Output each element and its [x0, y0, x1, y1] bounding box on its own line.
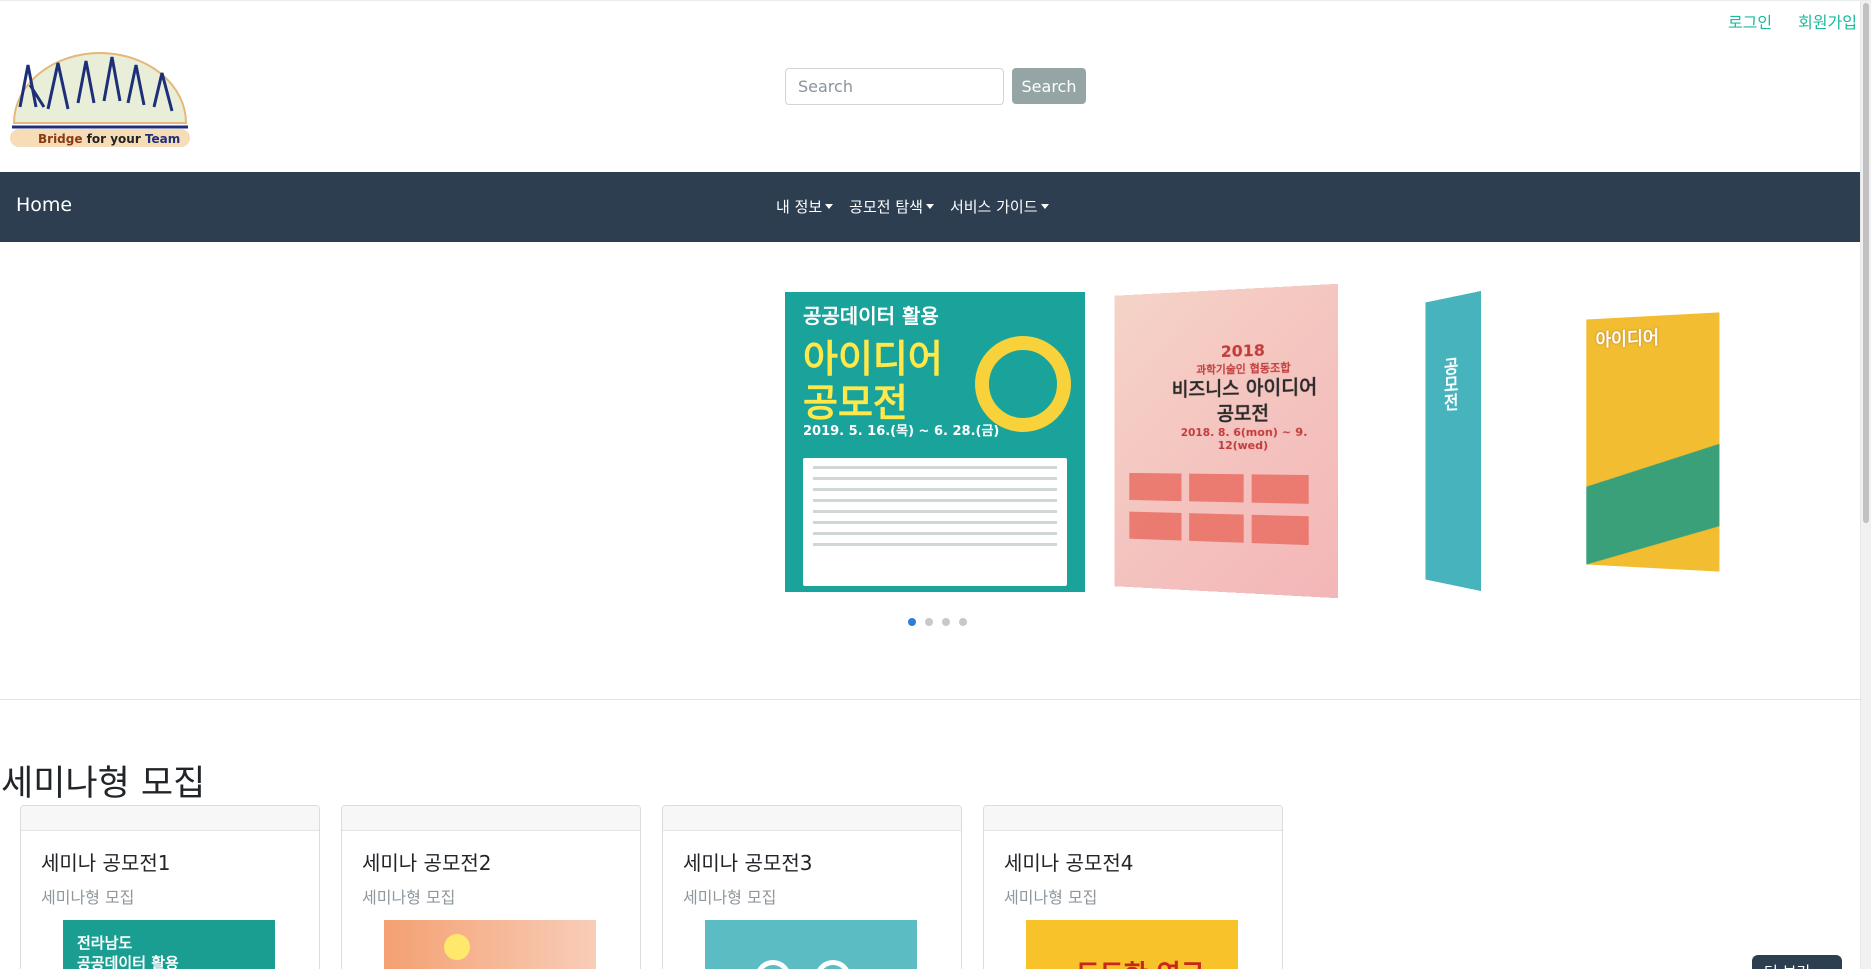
slide-title: 비즈니스 아이디어 [1171, 375, 1318, 401]
carousel-slide-1[interactable]: 공공데이터 활용 아이디어 공모전 2019. 5. 16.(목) ~ 6. 2… [785, 292, 1085, 592]
login-link[interactable]: 로그인 [1728, 9, 1772, 33]
card-title: 세미나 공모전2 [362, 851, 492, 875]
carousel-slide-3[interactable]: 공모전 [1425, 291, 1481, 591]
nav-item-label: 서비스 가이드 [949, 198, 1038, 216]
card-subtitle: 세미나형 모집 [362, 888, 456, 907]
svg-text:Bridge for your Team: Bridge for your Team [38, 132, 180, 146]
carousel-dot-1[interactable] [908, 618, 916, 626]
page-scrollbar[interactable] [1860, 1, 1871, 969]
card-header [21, 806, 319, 831]
poster-carousel: 공공데이터 활용 아이디어 공모전 2019. 5. 16.(목) ~ 6. 2… [0, 242, 1871, 700]
card-image[interactable] [384, 920, 596, 969]
contest-card[interactable]: 세미나 공모전2 세미나형 모집 [341, 805, 641, 969]
card-header [663, 806, 961, 831]
nav-service-guide-dropdown[interactable]: 서비스 가이드 [950, 196, 1049, 217]
auth-links: 로그인 회원가입 [1728, 9, 1857, 33]
card-subtitle: 세미나형 모집 [683, 888, 777, 907]
nav-menu: 내 정보 공모전 탐색 서비스 가이드 [776, 196, 1049, 217]
home-link[interactable]: Home [16, 194, 72, 216]
card-body: 세미나 공모전1 세미나형 모집 전라남도 공공데이터 활용 [21, 831, 319, 969]
seminar-card-list: 세미나 공모전1 세미나형 모집 전라남도 공공데이터 활용 세미나 공모전2 … [20, 805, 1283, 969]
poster-detail-sheet [803, 458, 1067, 586]
carousel-slide-4[interactable]: 아이디어 [1586, 312, 1720, 572]
card-header [342, 806, 640, 831]
more-button[interactable]: 더 보기 [1752, 955, 1842, 969]
carousel-dot-2[interactable] [925, 618, 933, 626]
card-title: 세미나 공모전3 [683, 851, 813, 875]
card-body: 세미나 공모전4 세미나형 모집 도도한 연구 [984, 831, 1282, 969]
nav-item-label: 내 정보 [776, 198, 823, 216]
card-image[interactable]: 도도한 연구 [1026, 920, 1238, 969]
search-form: Search [785, 68, 1086, 105]
navbar: Home 내 정보 공모전 탐색 서비스 가이드 [0, 172, 1871, 242]
scrollbar-thumb[interactable] [1863, 3, 1869, 523]
card-body: 세미나 공모전2 세미나형 모집 [342, 831, 640, 969]
card-image-text: 도도한 연구 [1076, 954, 1205, 969]
poster-band [1586, 443, 1720, 565]
teammaker-logo: Bridge for your Team [10, 52, 190, 147]
card-image[interactable]: 전라남도 공공데이터 활용 [63, 920, 275, 969]
card-header [984, 806, 1282, 831]
chart-graphic [975, 336, 1071, 432]
section-title: 세미나형 모집 [1, 764, 206, 804]
slide-title: 공모전 [1440, 356, 1459, 412]
card-subtitle: 세미나형 모집 [1004, 888, 1098, 907]
caret-down-icon [825, 204, 834, 209]
slide-text: 2018 과학기술인 협동조합 비즈니스 아이디어 공모전 2018. 8. 6… [1161, 338, 1330, 453]
card-title: 세미나 공모전4 [1004, 851, 1134, 875]
card-subtitle: 세미나형 모집 [41, 888, 135, 907]
search-input[interactable] [785, 68, 1004, 105]
lightbulb-graphic [444, 934, 470, 960]
caret-down-icon [1040, 204, 1049, 209]
contest-card[interactable]: 세미나 공모전1 세미나형 모집 전라남도 공공데이터 활용 [20, 805, 320, 969]
nav-my-info-dropdown[interactable]: 내 정보 [776, 196, 834, 217]
card-image[interactable] [705, 920, 917, 969]
carousel-indicators [908, 618, 967, 626]
caret-down-icon [925, 204, 934, 209]
card-title: 세미나 공모전1 [41, 851, 171, 875]
logo[interactable]: Bridge for your Team [8, 45, 192, 151]
film-reel-icon [815, 960, 851, 969]
carousel-dot-3[interactable] [942, 618, 950, 626]
slide-date: 2019. 5. 16.(목) ~ 6. 28.(금) [803, 424, 1000, 439]
slide-title: 아이디어 [1595, 327, 1660, 352]
signup-link[interactable]: 회원가입 [1798, 9, 1857, 33]
contest-card[interactable]: 세미나 공모전4 세미나형 모집 도도한 연구 [983, 805, 1283, 969]
slide-title: 공모전 [803, 381, 908, 425]
card-image-text: 전라남도 공공데이터 활용 [77, 934, 179, 969]
film-reel-icon [755, 960, 791, 969]
slide-heading: 공공데이터 활용 [803, 304, 939, 328]
search-button[interactable]: Search [1012, 68, 1086, 104]
carousel-slide-2[interactable]: 2018 과학기술인 협동조합 비즈니스 아이디어 공모전 2018. 8. 6… [1114, 283, 1339, 599]
carousel-dot-4[interactable] [959, 618, 967, 626]
slide-title: 공모전 [1216, 402, 1269, 425]
card-body: 세미나 공모전3 세미나형 모집 [663, 831, 961, 969]
poster-detail-boxes [1126, 469, 1326, 585]
slide-date: 2018. 8. 6(mon) ~ 9. 12(wed) [1180, 425, 1308, 453]
nav-contest-explore-dropdown[interactable]: 공모전 탐색 [849, 196, 934, 217]
contest-card[interactable]: 세미나 공모전3 세미나형 모집 [662, 805, 962, 969]
nav-item-label: 공모전 탐색 [849, 198, 923, 216]
